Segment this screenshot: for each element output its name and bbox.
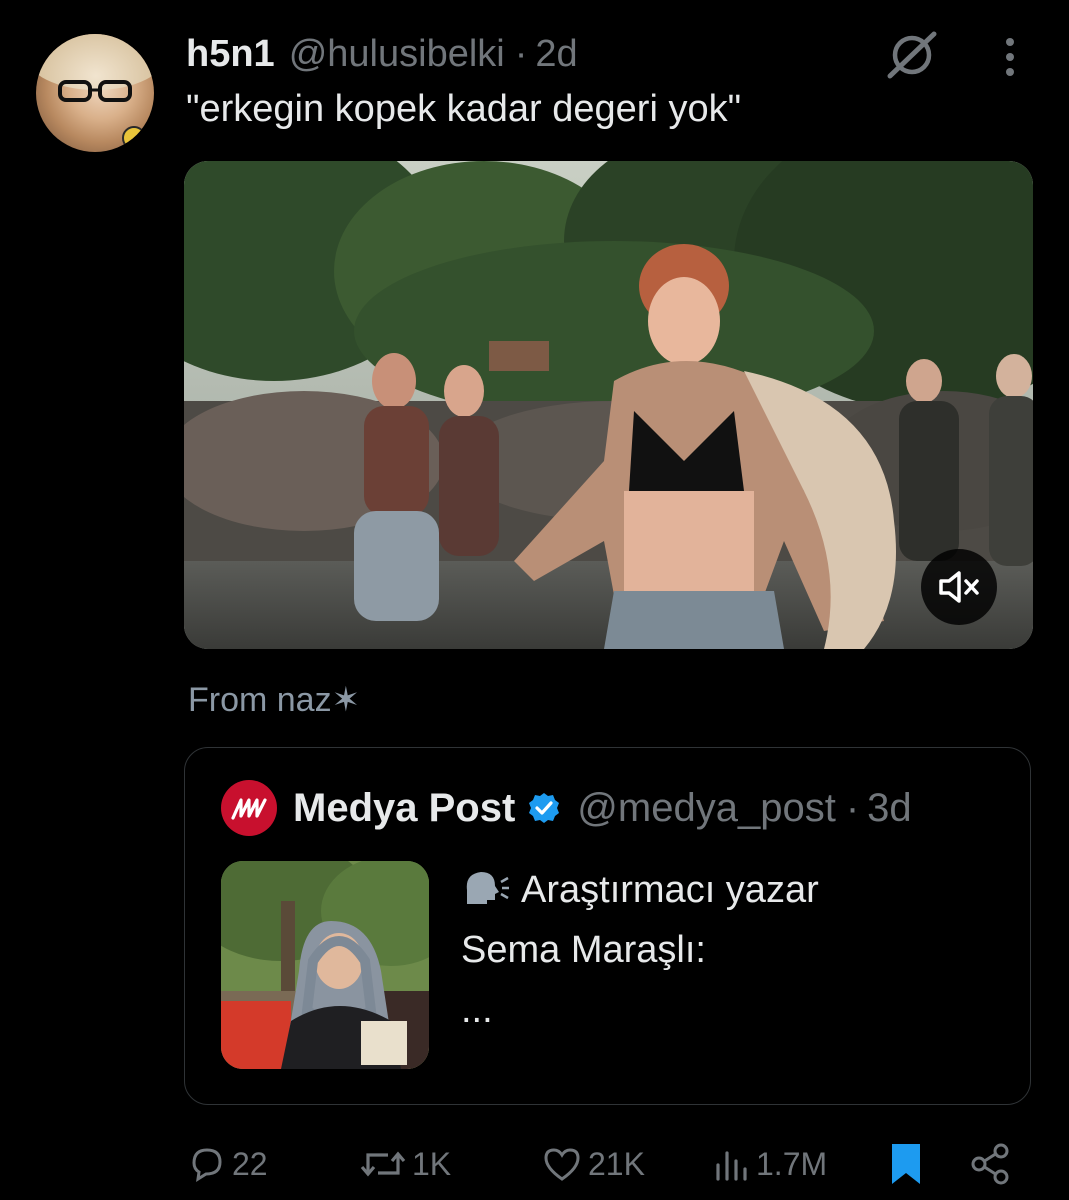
like-count: 21K bbox=[588, 1145, 645, 1182]
tweet-text: "erkegin kopek kadar degeri yok" bbox=[186, 88, 742, 130]
quoted-text-line-1: Araştırmacı yazar bbox=[461, 860, 1001, 920]
quoted-display-name[interactable]: Medya Post bbox=[293, 786, 515, 831]
quoted-timestamp[interactable]: 3d bbox=[867, 786, 912, 831]
reply-count: 22 bbox=[232, 1145, 268, 1182]
views-count: 1.7M bbox=[756, 1145, 828, 1182]
avatar-glasses bbox=[58, 80, 132, 102]
bookmark-icon bbox=[892, 1144, 920, 1184]
share-button[interactable] bbox=[968, 1136, 1012, 1192]
quoted-text-line-3: ... bbox=[461, 989, 493, 1031]
quoted-separator: · bbox=[845, 785, 860, 830]
heart-icon bbox=[544, 1148, 580, 1181]
quoted-tweet[interactable]: Medya Post @medya_post · 3d Araştırmacı … bbox=[184, 747, 1031, 1105]
header-separator: · bbox=[514, 32, 528, 75]
repost-icon bbox=[360, 1151, 406, 1177]
video-player[interactable] bbox=[184, 161, 1033, 649]
like-button[interactable]: 21K bbox=[540, 1136, 645, 1192]
grok-icon[interactable] bbox=[884, 30, 940, 80]
quoted-text-line-1-text: Araştırmacı yazar bbox=[521, 869, 819, 911]
verified-badge-icon bbox=[529, 793, 560, 823]
reply-button[interactable]: 22 bbox=[186, 1136, 268, 1192]
video-frame bbox=[184, 161, 1033, 649]
speaking-head-icon bbox=[466, 872, 509, 904]
quoted-author-avatar[interactable] bbox=[221, 780, 277, 836]
views-button[interactable]: 1.7M bbox=[712, 1136, 827, 1192]
speaker-muted-icon bbox=[939, 571, 979, 603]
author-avatar[interactable] bbox=[36, 34, 154, 152]
quoted-text-line-2: Sema Maraşlı: bbox=[461, 929, 706, 971]
repost-count: 1K bbox=[412, 1145, 452, 1182]
more-icon[interactable] bbox=[992, 34, 1028, 80]
repost-button[interactable]: 1K bbox=[358, 1136, 451, 1192]
quoted-handle[interactable]: @medya_post bbox=[577, 786, 836, 831]
avatar-badge bbox=[122, 126, 146, 150]
video-source-label[interactable]: From naz✶ bbox=[188, 680, 360, 720]
share-icon bbox=[971, 1143, 1009, 1185]
display-name[interactable]: h5n1 bbox=[186, 33, 275, 76]
tweet-header: h5n1 @hulusibelki · 2d bbox=[186, 28, 578, 80]
quoted-header: Medya Post @medya_post · 3d bbox=[293, 778, 912, 838]
quoted-text: Araştırmacı yazar Sema Maraşlı: ... bbox=[461, 860, 1001, 1040]
views-icon bbox=[716, 1151, 747, 1181]
action-bar: 22 1K 21K 1.7M bbox=[186, 1136, 1016, 1192]
mute-button[interactable] bbox=[921, 549, 997, 625]
handle[interactable]: @hulusibelki bbox=[289, 33, 505, 76]
bookmark-button[interactable] bbox=[886, 1136, 926, 1192]
medya-post-logo bbox=[231, 798, 267, 820]
reply-icon bbox=[192, 1148, 222, 1182]
quoted-thumbnail[interactable] bbox=[221, 861, 429, 1069]
quoted-photo bbox=[221, 861, 429, 1069]
timestamp[interactable]: 2d bbox=[535, 33, 577, 76]
